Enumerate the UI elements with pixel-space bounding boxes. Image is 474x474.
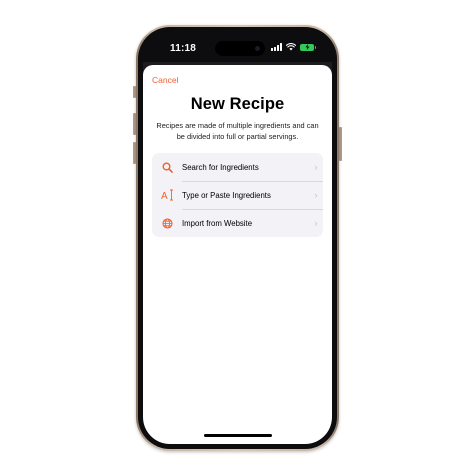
page-subtitle: Recipes are made of multiple ingredients… [156,121,319,141]
page-title: New Recipe [190,95,285,113]
option-label: Type or Paste Ingredients [182,190,271,200]
chevron-right-icon: › [314,218,318,228]
stage: 11:18 Cancel New Recipe Recipes are made… [0,0,474,474]
cancel-button[interactable]: Cancel [152,75,178,85]
home-indicator[interactable] [203,434,272,437]
status-icons [271,43,316,51]
cellular-signal-icon [271,43,282,51]
new-recipe-sheet: Cancel New Recipe Recipes are made of mu… [143,65,332,444]
text-cursor-icon: A [152,189,182,201]
screen: 11:18 Cancel New Recipe Recipes are made… [143,32,332,444]
import-website-row[interactable]: Import from Website › [152,209,323,237]
camera-dot [255,46,260,51]
phone-bezel: 11:18 Cancel New Recipe Recipes are made… [138,27,337,449]
status-bar: 11:18 [143,32,332,62]
power-button [339,127,342,161]
wifi-icon [286,43,296,51]
search-ingredients-row[interactable]: Search for Ingredients › [152,153,323,181]
dynamic-island [215,41,265,56]
status-time: 11:18 [170,43,197,54]
svg-text:A: A [161,191,168,201]
chevron-right-icon: › [314,162,318,172]
option-label: Search for Ingredients [182,162,259,172]
globe-icon [152,217,182,229]
phone-frame: 11:18 Cancel New Recipe Recipes are made… [136,25,339,451]
type-paste-ingredients-row[interactable]: A Type or Paste Ingredients › [152,181,323,209]
magnifying-glass-icon [152,162,182,173]
option-label: Import from Website [182,218,253,228]
chevron-right-icon: › [314,190,318,200]
options-list: Search for Ingredients › A Type or Paste… [152,153,323,237]
battery-charging-icon [300,43,316,51]
